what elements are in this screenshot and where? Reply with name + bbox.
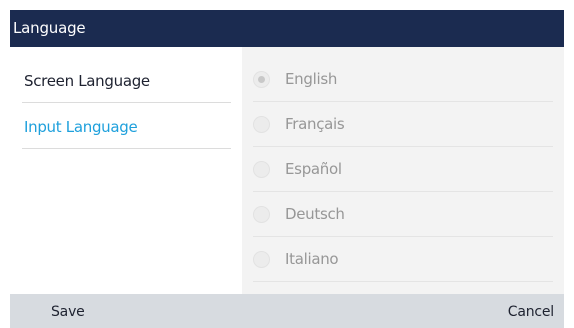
radio-button-icon[interactable] <box>253 251 270 268</box>
language-screen: Language Screen Language Input Language … <box>10 10 564 328</box>
radio-button-icon[interactable] <box>253 116 270 133</box>
radio-button-icon[interactable] <box>253 206 270 223</box>
language-option-english[interactable]: English <box>253 57 553 102</box>
sidebar: Screen Language Input Language <box>10 47 242 294</box>
language-option-francais[interactable]: Français <box>253 102 553 147</box>
sidebar-item-input-language[interactable]: Input Language <box>22 103 231 149</box>
sidebar-item-label: Input Language <box>24 118 138 136</box>
language-option-italiano[interactable]: Italiano <box>253 237 553 282</box>
radio-button-icon[interactable] <box>253 161 270 178</box>
language-option-label: Español <box>285 160 342 178</box>
softkey-bar: Save Cancel <box>10 294 564 328</box>
sidebar-item-screen-language[interactable]: Screen Language <box>22 57 231 103</box>
sidebar-item-label: Screen Language <box>24 72 150 90</box>
language-option-label: English <box>285 70 338 88</box>
language-options-panel: English Français Español Deutsch Italian… <box>242 47 564 294</box>
save-button[interactable]: Save <box>51 304 85 320</box>
language-option-espanol[interactable]: Español <box>253 147 553 192</box>
title-bar: Language <box>10 10 564 47</box>
language-option-deutsch[interactable]: Deutsch <box>253 192 553 237</box>
language-option-label: Italiano <box>285 250 339 268</box>
radio-button-checked-icon[interactable] <box>253 71 270 88</box>
language-option-label: Français <box>285 115 345 133</box>
page-title: Language <box>13 19 86 37</box>
language-option-label: Deutsch <box>285 205 345 223</box>
cancel-button[interactable]: Cancel <box>508 304 554 320</box>
